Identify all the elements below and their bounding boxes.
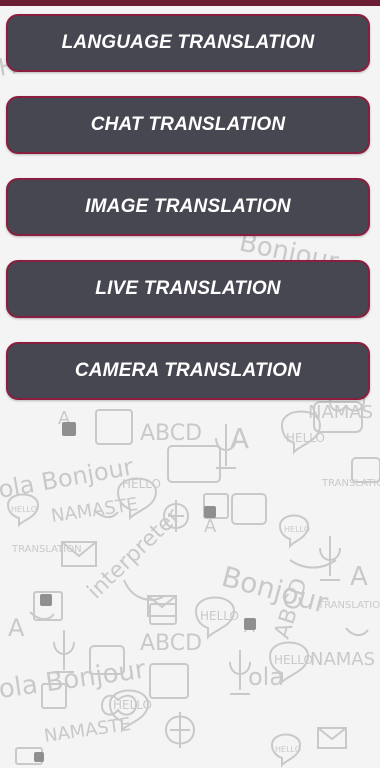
camera-translation-button[interactable]: CAMERA TRANSLATION — [6, 342, 370, 400]
svg-text:TRANSLATION: TRANSLATION — [317, 600, 380, 611]
translation-menu: LANGUAGE TRANSLATION CHAT TRANSLATION IM… — [6, 14, 374, 400]
chat-translation-button[interactable]: CHAT TRANSLATION — [6, 96, 370, 154]
svg-text:TRANSLATION: TRANSLATION — [321, 478, 380, 489]
svg-text:A: A — [204, 516, 217, 537]
svg-text:HELLO: HELLO — [11, 505, 37, 514]
svg-text:ola: ola — [248, 663, 284, 691]
svg-text:A: A — [230, 422, 249, 455]
svg-text:HELLO: HELLO — [274, 653, 313, 667]
svg-text:ABCD: ABCD — [140, 631, 202, 656]
live-translation-button[interactable]: LIVE TRANSLATION — [6, 260, 370, 318]
svg-text:NAMAS: NAMAS — [310, 649, 375, 670]
svg-text:HELLO: HELLO — [286, 431, 325, 445]
svg-text:ABCD: ABCD — [140, 421, 202, 446]
language-translation-button[interactable]: LANGUAGE TRANSLATION — [6, 14, 370, 72]
image-translation-button[interactable]: IMAGE TRANSLATION — [6, 178, 370, 236]
svg-text:HELLO: HELLO — [284, 525, 310, 534]
svg-text:A: A — [350, 562, 368, 592]
svg-text:HELLO: HELLO — [275, 745, 301, 754]
svg-text:A: A — [8, 614, 25, 642]
svg-text:HELLO: HELLO — [200, 609, 239, 623]
svg-text:HELLO: HELLO — [122, 477, 161, 491]
svg-text:HELLO: HELLO — [113, 698, 152, 712]
